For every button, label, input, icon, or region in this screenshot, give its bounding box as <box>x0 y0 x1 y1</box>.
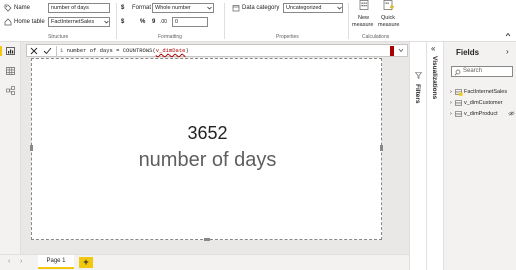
filters-pane-title: Filters <box>414 84 421 104</box>
search-icon <box>454 69 461 76</box>
cancel-formula-button[interactable] <box>30 47 38 55</box>
ribbon: Name number of days Home table FactInter… <box>0 0 516 42</box>
divider <box>116 3 117 39</box>
currency-format-icon: $ <box>121 5 125 11</box>
format-select[interactable]: Whole number <box>152 3 214 13</box>
fields-search-input[interactable]: Search <box>451 66 513 77</box>
home-icon <box>4 18 12 26</box>
chevron-down-icon <box>207 6 212 10</box>
divider <box>348 3 349 39</box>
chevron-down-icon <box>337 6 342 10</box>
filters-pane-collapsed[interactable]: Filters <box>409 42 426 270</box>
filter-icon <box>415 72 422 79</box>
right-panes: Filters « Visualizations Fields › Search… <box>409 42 516 270</box>
chevron-right-icon: › <box>450 100 452 106</box>
next-page-icon[interactable]: › <box>20 258 22 265</box>
calculations-group-label: Calculations <box>362 34 390 40</box>
data-view-icon[interactable] <box>6 67 15 75</box>
decimal-places-stepper[interactable]: 0 <box>172 17 208 27</box>
new-measure-button[interactable]: New measure <box>352 0 376 32</box>
divider <box>56 46 57 56</box>
format-label: Format <box>132 5 152 11</box>
calendar-icon <box>232 4 240 12</box>
chevron-right-icon: › <box>450 89 452 95</box>
formula-table-arg: v_dimDate <box>155 47 186 54</box>
table-icon <box>455 111 463 118</box>
formula-close-paren: ) <box>185 47 189 54</box>
home-table-select[interactable]: FactInternetSales <box>48 17 110 27</box>
error-indicator <box>390 46 394 56</box>
decimal-places-value: 0 <box>175 19 179 25</box>
report-view-icon[interactable] <box>6 47 15 55</box>
fields-search-placeholder: Search <box>463 68 483 74</box>
field-table-label: FactInternetSales <box>464 89 508 95</box>
field-table-item[interactable]: › v_dimCustomer <box>450 99 516 109</box>
field-table-label: v_dimCustomer <box>464 100 503 106</box>
fields-pane-title: Fields <box>456 48 480 57</box>
resize-handle[interactable] <box>380 145 383 151</box>
currency-button[interactable]: $ <box>121 18 124 26</box>
resize-handle[interactable] <box>30 145 33 151</box>
model-view-icon[interactable] <box>6 86 15 95</box>
visualizations-pane-title: Visualizations <box>431 56 438 100</box>
calculator-lightning-icon <box>383 0 395 11</box>
formula-text: number of days = COUNTROWS( <box>66 47 156 54</box>
resize-handle[interactable] <box>204 238 210 241</box>
quick-measure-label-2: measure <box>378 22 400 28</box>
commit-formula-button[interactable] <box>43 47 52 55</box>
field-table-label: v_dimProduct <box>464 111 498 117</box>
data-category-select[interactable]: Uncategorized <box>283 3 343 13</box>
format-value: Whole number <box>155 5 191 11</box>
divider <box>224 3 225 39</box>
chevron-right-icon: › <box>450 111 452 117</box>
tag-icon <box>4 4 12 12</box>
data-category-label: Data category <box>242 5 280 11</box>
view-switcher <box>0 42 21 254</box>
add-page-button[interactable]: + <box>79 257 93 268</box>
home-table-label: Home table <box>14 19 45 25</box>
fields-pane: Fields › Search › FactInternetSales › v_… <box>443 42 516 270</box>
properties-group-label: Properties <box>276 34 299 40</box>
home-table-value: FactInternetSales <box>51 19 95 25</box>
page-tab[interactable]: Page 1 <box>38 255 74 269</box>
card-visual[interactable]: 3652 number of days <box>30 58 383 241</box>
field-table-item[interactable]: › v_dimProduct <box>450 110 516 120</box>
data-category-value: Uncategorized <box>286 5 322 11</box>
calculator-icon <box>359 0 369 10</box>
hidden-eye-icon[interactable] <box>508 111 515 116</box>
collapse-fields-icon[interactable]: › <box>506 47 509 56</box>
name-input[interactable]: number of days <box>48 3 110 13</box>
expand-left-icon[interactable]: « <box>431 44 435 53</box>
formula-editor[interactable]: 1 number of days = COUNTROWS(v_dimDate) <box>60 46 390 56</box>
page-tabs-bar: ‹ › Page 1 + <box>0 254 409 270</box>
name-label: Name <box>14 5 31 11</box>
percent-button[interactable]: % <box>140 18 145 26</box>
table-icon <box>455 100 463 107</box>
quick-measure-button[interactable]: Quick measure <box>377 0 401 32</box>
collapse-ribbon-icon[interactable] <box>505 32 511 37</box>
chevron-down-icon <box>104 20 109 24</box>
structure-group-label: Structure <box>48 34 69 40</box>
new-measure-label-2: measure <box>352 22 374 28</box>
formatting-group-label: Formatting <box>158 34 182 40</box>
card-label: number of days <box>138 149 277 171</box>
field-table-item[interactable]: › FactInternetSales <box>450 88 516 98</box>
expand-formula-icon[interactable] <box>398 48 404 53</box>
comma-button[interactable]: 9 <box>152 18 155 26</box>
prev-page-icon[interactable]: ‹ <box>8 258 10 265</box>
formula-bar: 1 number of days = COUNTROWS(v_dimDate) <box>26 44 408 57</box>
active-view-indicator <box>0 46 2 56</box>
card-value: 3652 <box>187 123 228 143</box>
visualizations-pane-collapsed[interactable]: « Visualizations <box>426 42 443 270</box>
decimal-button[interactable]: .00 <box>160 18 167 26</box>
formula-line-number: 1 <box>60 47 64 54</box>
table-icon <box>455 89 463 96</box>
